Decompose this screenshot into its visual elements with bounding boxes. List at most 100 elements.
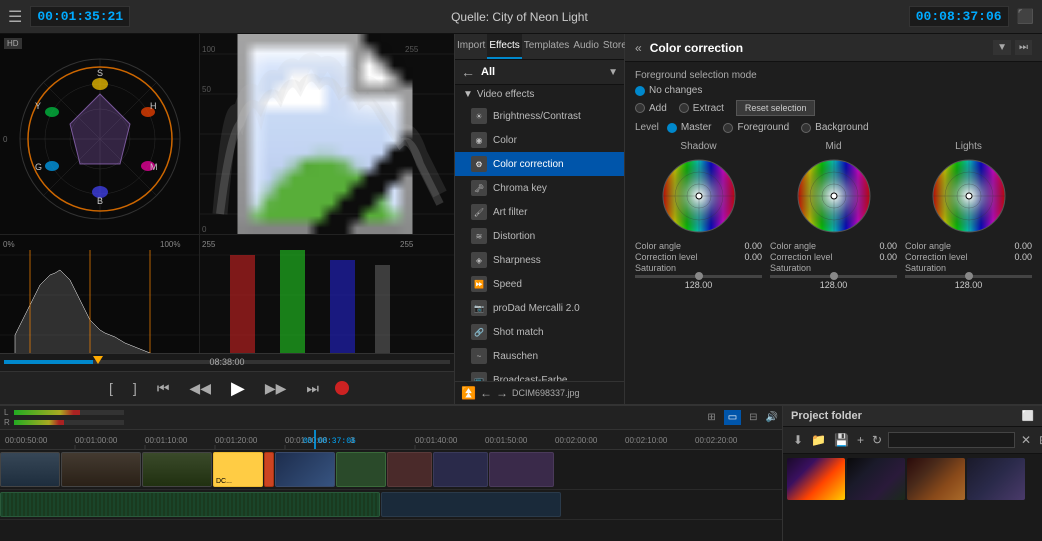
- record-button[interactable]: [335, 381, 349, 395]
- effect-shot-match[interactable]: 🔗 Shot match: [455, 320, 624, 344]
- effect-color-correction[interactable]: ⚙ Color correction: [455, 152, 624, 176]
- next-frame-button[interactable]: ⏭: [302, 378, 323, 399]
- radio-dot-add: [635, 103, 645, 113]
- panel-dropdown-icon[interactable]: ▼: [993, 40, 1011, 55]
- panel-nav-icon[interactable]: ⏭: [1015, 40, 1032, 55]
- shadow-saturation-slider[interactable]: [635, 275, 762, 278]
- effect-prodad[interactable]: 📷 proDad Mercalli 2.0: [455, 296, 624, 320]
- level-master-label: Master: [681, 122, 712, 133]
- color-icon: ◉: [471, 132, 487, 148]
- project-search-input[interactable]: [888, 432, 1015, 448]
- color-body: Foreground selection mode No changes Add…: [625, 62, 1042, 404]
- lights-correction-val: 0.00: [1014, 252, 1032, 262]
- effects-back-button[interactable]: ←: [461, 64, 475, 80]
- radio-add[interactable]: Add: [635, 103, 667, 114]
- project-folder-expand-icon[interactable]: ⬜: [1022, 411, 1034, 422]
- mid-correction-val: 0.00: [879, 252, 897, 262]
- radio-extract[interactable]: Extract: [679, 103, 724, 114]
- effect-sharpness[interactable]: ◈ Sharpness: [455, 248, 624, 272]
- step-fwd-button[interactable]: ▶▶: [261, 378, 291, 399]
- effect-label: Shot match: [493, 327, 544, 338]
- panel-back-button[interactable]: «: [635, 41, 642, 55]
- art-filter-icon: 🖌: [471, 204, 487, 220]
- shadow-wheel[interactable]: [659, 156, 739, 236]
- play-button[interactable]: ▶: [227, 376, 249, 401]
- left-panel: HD: [0, 34, 455, 404]
- effect-color[interactable]: ◉ Color: [455, 128, 624, 152]
- level-background[interactable]: Background: [801, 122, 868, 133]
- fwd-nav-icon[interactable]: →: [496, 386, 508, 400]
- effect-broadcast[interactable]: 📺 Broadcast-Farbe: [455, 368, 624, 381]
- lights-wheel[interactable]: [929, 156, 1009, 236]
- mid-wheel[interactable]: [794, 156, 874, 236]
- level-master[interactable]: Master: [667, 122, 712, 133]
- histogram-left: 0% 100% 0% 100%: [0, 235, 200, 353]
- thumbnail-2[interactable]: [847, 458, 905, 500]
- tab-templates[interactable]: Templates: [522, 34, 572, 59]
- progress-bar[interactable]: 08:38:00: [0, 353, 454, 371]
- level-foreground-label: Foreground: [737, 122, 789, 133]
- progress-time: 08:38:00: [209, 357, 244, 367]
- shadow-saturation-label: Saturation: [635, 263, 676, 273]
- effect-distortion[interactable]: ≋ Distortion: [455, 224, 624, 248]
- lights-saturation-label: Saturation: [905, 263, 946, 273]
- effect-rauschen[interactable]: ~ Rauschen: [455, 344, 624, 368]
- effects-section-title: All: [481, 66, 602, 78]
- svg-text:00:02:10:00: 00:02:10:00: [625, 436, 668, 445]
- tab-import[interactable]: Import: [455, 34, 487, 59]
- lights-params: Color angle 0.00 Correction level 0.00 S…: [905, 240, 1032, 291]
- folder-button[interactable]: 📁: [809, 431, 828, 449]
- effect-chroma-key[interactable]: 🗝 Chroma key: [455, 176, 624, 200]
- mid-saturation-slider[interactable]: [770, 275, 897, 278]
- mark-in-button[interactable]: [: [105, 378, 117, 398]
- level-foreground[interactable]: Foreground: [723, 122, 789, 133]
- save-button[interactable]: 💾: [832, 431, 851, 449]
- project-folder-title: Project folder: [791, 410, 1018, 422]
- thumbnail-1[interactable]: [787, 458, 845, 500]
- effect-speed[interactable]: ⏩ Speed: [455, 272, 624, 296]
- source-label: Quelle: City of Neon Light: [138, 10, 901, 24]
- effects-category-video[interactable]: ▼ Video effects: [455, 85, 624, 104]
- thumb-image-1: [787, 458, 845, 500]
- effect-label: Color: [493, 135, 517, 146]
- svg-text:100%: 100%: [160, 240, 180, 249]
- mark-out-button[interactable]: ]: [129, 378, 141, 398]
- project-folder-header: Project folder ⬜: [783, 406, 1042, 427]
- tab-audio[interactable]: Audio: [571, 34, 601, 59]
- reset-selection-button[interactable]: Reset selection: [736, 100, 816, 116]
- effect-label: Speed: [493, 279, 522, 290]
- search-clear-icon[interactable]: ✕: [1019, 431, 1033, 449]
- effects-list: ▼ Video effects ☀ Brightness/Contrast ◉ …: [455, 85, 624, 381]
- effect-art-filter[interactable]: 🖌 Art filter: [455, 200, 624, 224]
- effects-expand-icon[interactable]: ▼: [608, 67, 618, 78]
- step-back-button[interactable]: ◀◀: [185, 378, 215, 399]
- effect-brightness-contrast[interactable]: ☀ Brightness/Contrast: [455, 104, 624, 128]
- grid-view-icon[interactable]: ⊞: [1037, 431, 1042, 449]
- radio-label-no-changes: No changes: [649, 85, 702, 96]
- radio-dot-no-changes: [635, 86, 645, 96]
- prev-frame-button[interactable]: ⏮: [153, 378, 174, 399]
- svg-text:00:00:50:00: 00:00:50:00: [5, 436, 48, 445]
- add-button[interactable]: +: [855, 431, 866, 449]
- thumbnail-3[interactable]: [907, 458, 965, 500]
- effect-label: Rauschen: [493, 351, 538, 362]
- waveform-monitor: 100 50 0 255 0: [200, 34, 454, 234]
- histogram-rgb: 255 255 0: [200, 235, 454, 353]
- back-nav-icon[interactable]: ←: [480, 386, 492, 400]
- timeline-tool-split[interactable]: ⊟: [745, 410, 761, 425]
- panel-title: Color correction: [650, 41, 985, 55]
- tab-effects[interactable]: Effects: [487, 34, 521, 59]
- refresh-button[interactable]: ↻: [870, 431, 884, 449]
- expand-icon[interactable]: ⬛: [1017, 8, 1034, 25]
- progress-fill: [4, 360, 93, 364]
- collapse-icon[interactable]: ⏫: [461, 386, 476, 400]
- radio-no-changes[interactable]: No changes: [635, 85, 702, 96]
- effects-nav: ← All ▼: [455, 60, 624, 85]
- lights-saturation-slider[interactable]: [905, 275, 1032, 278]
- thumbnail-4[interactable]: [967, 458, 1025, 500]
- timeline-tool-select[interactable]: ⊞: [703, 410, 719, 425]
- menu-icon[interactable]: ☰: [8, 7, 22, 27]
- timeline-tool-active[interactable]: ▭: [724, 410, 741, 425]
- import-button[interactable]: ⬇: [791, 431, 805, 449]
- svg-text:00:02:20:00: 00:02:20:00: [695, 436, 738, 445]
